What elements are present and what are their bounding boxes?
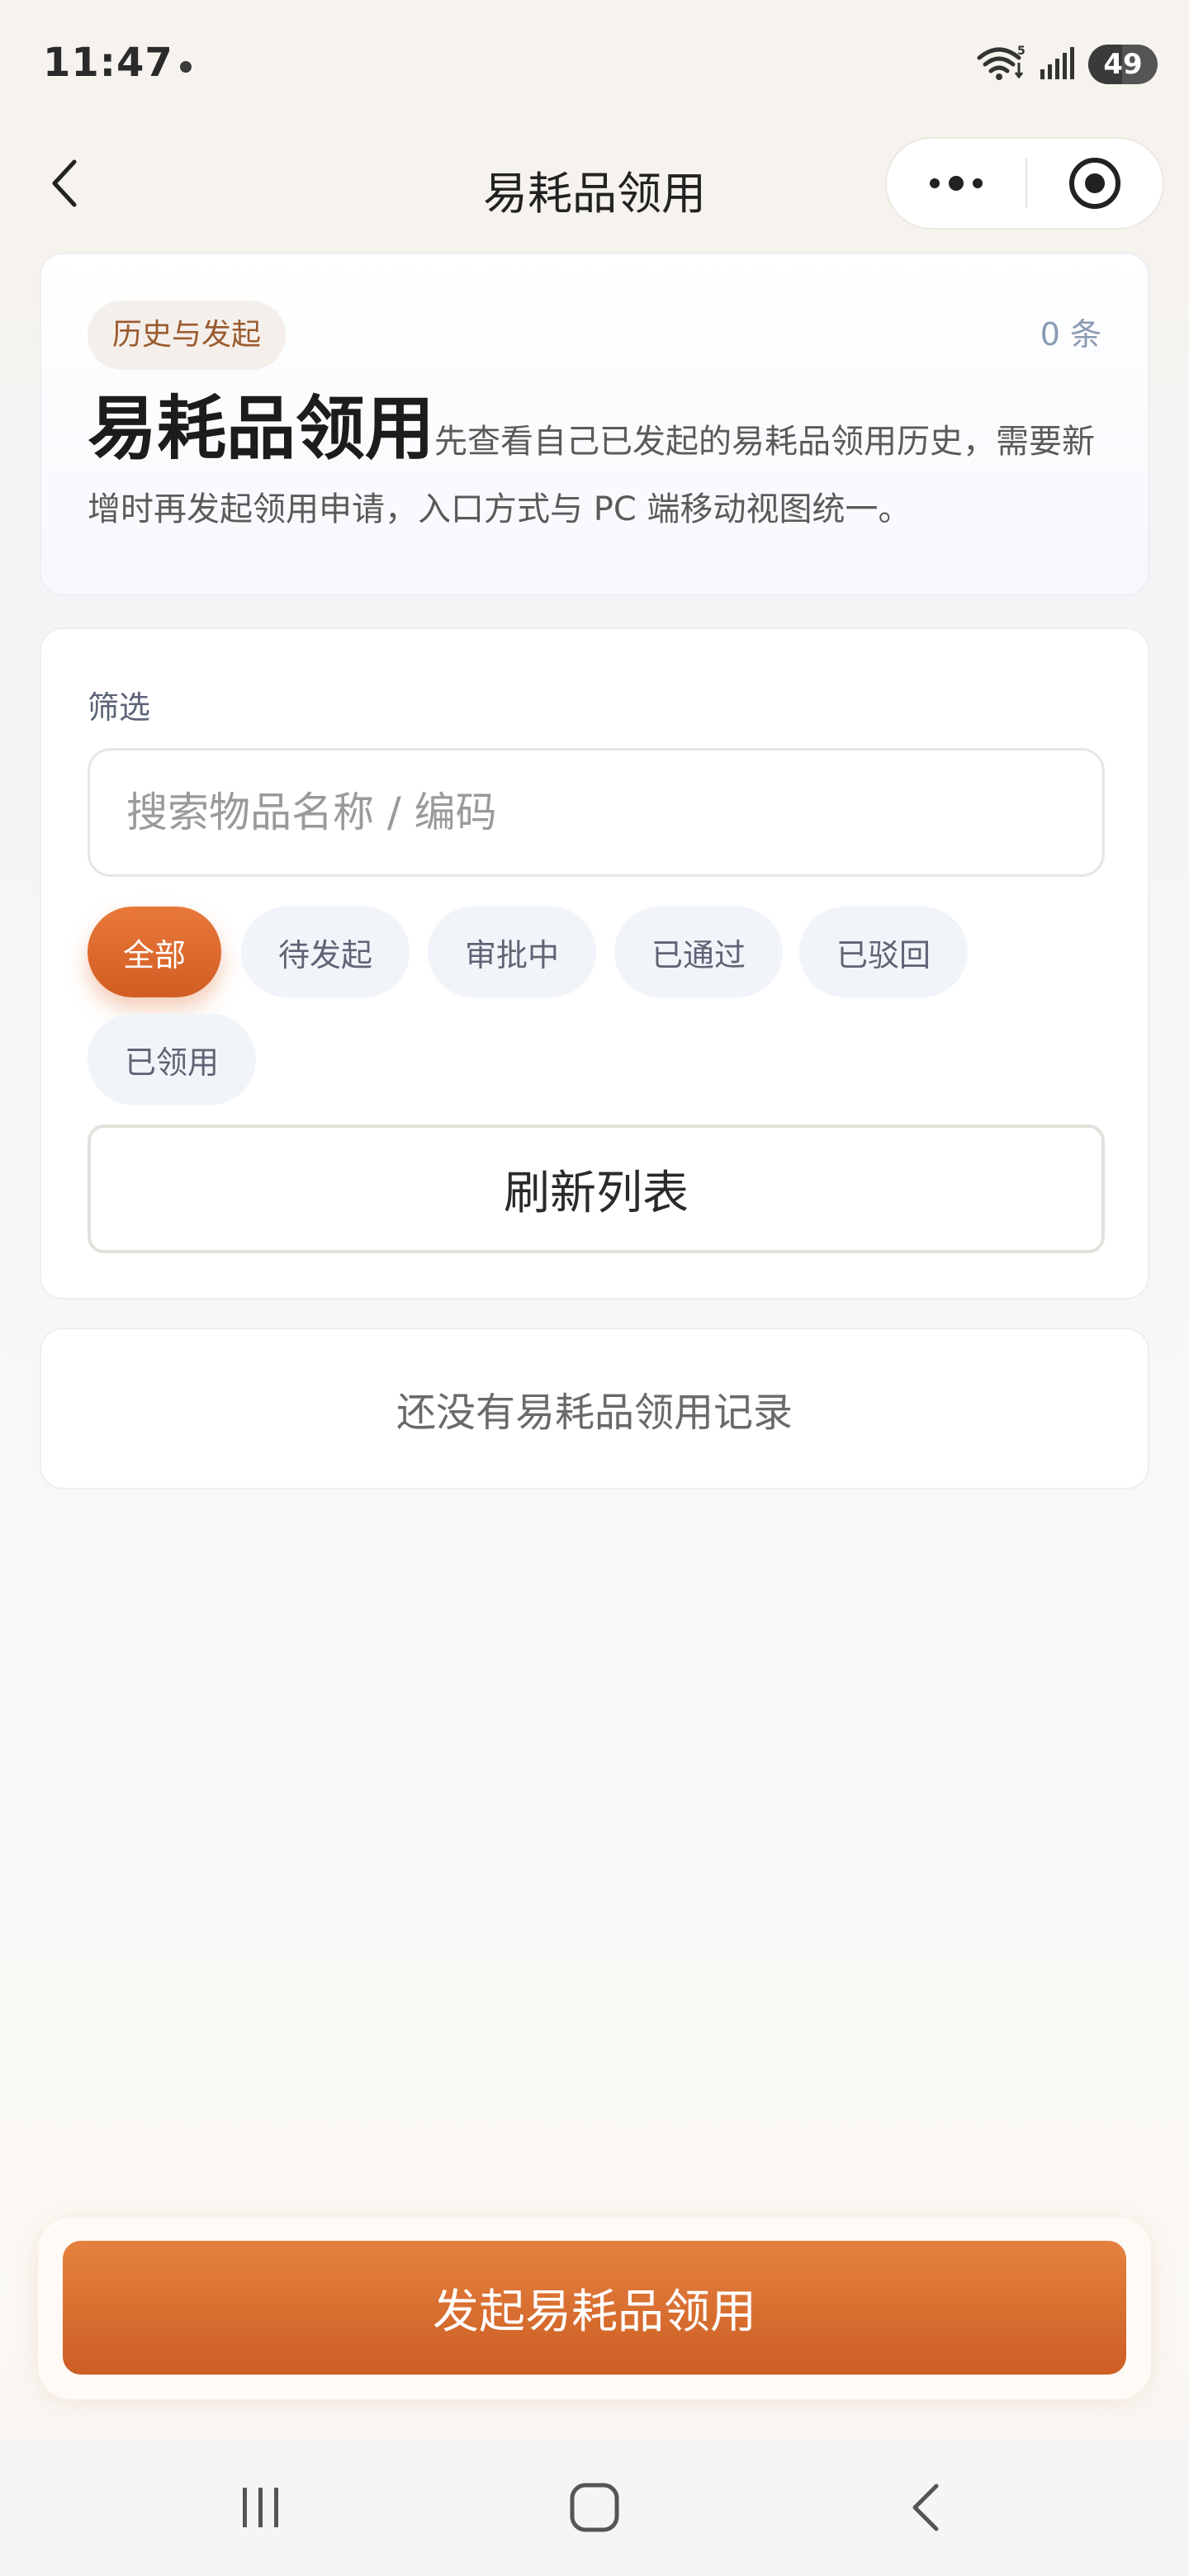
home-icon <box>570 2483 619 2532</box>
mini-program-capsule <box>885 137 1164 230</box>
recents-icon <box>243 2488 278 2527</box>
refresh-list-button[interactable]: 刷新列表 <box>88 1125 1105 1253</box>
signal-icon <box>1039 45 1077 84</box>
notification-dot <box>180 61 192 73</box>
header-text: 易耗品领用先查看自己已发起的易耗品领用历史，需要新增时再发起领用申请，入口方式与… <box>88 394 1111 543</box>
section-tag: 历史与发起 <box>88 301 287 370</box>
status-time: 11:47 <box>43 40 173 86</box>
filter-chip-approved[interactable]: 已通过 <box>614 907 783 997</box>
close-button[interactable] <box>1027 139 1163 228</box>
status-bar: 11:47 5 49 <box>0 0 1189 132</box>
filter-chip-all[interactable]: 全部 <box>88 907 221 997</box>
filter-chip-rejected[interactable]: 已驳回 <box>799 907 968 997</box>
svg-text:5: 5 <box>1017 45 1026 58</box>
battery-icon: 49 <box>1088 45 1158 84</box>
empty-state-text: 还没有易耗品领用记录 <box>396 1390 793 1436</box>
back-button[interactable] <box>40 152 89 215</box>
filter-card: 筛选 全部 待发起 审批中 已通过 已驳回 已领用 刷新列表 <box>40 627 1149 1300</box>
system-navigation-bar <box>0 2437 1189 2576</box>
filter-label: 筛选 <box>88 689 151 726</box>
home-button[interactable] <box>545 2470 644 2545</box>
search-input[interactable] <box>88 748 1105 877</box>
system-back-icon <box>912 2484 939 2531</box>
more-icon <box>930 176 983 191</box>
status-icons: 5 49 <box>976 43 1158 86</box>
filter-chip-reviewing[interactable]: 审批中 <box>428 907 596 997</box>
header-title: 易耗品领用 <box>88 388 435 469</box>
filter-chip-received[interactable]: 已领用 <box>88 1014 256 1105</box>
filter-chip-pending[interactable]: 待发起 <box>241 907 410 997</box>
close-target-icon <box>1069 158 1120 209</box>
back-icon <box>52 159 77 207</box>
recents-button[interactable] <box>211 2470 310 2545</box>
system-back-button[interactable] <box>875 2470 974 2545</box>
record-count: 0 条 <box>1040 316 1101 353</box>
bottom-action-panel: 发起易耗品领用 <box>38 2218 1151 2399</box>
page-title: 易耗品领用 <box>483 168 706 220</box>
start-request-button[interactable]: 发起易耗品领用 <box>63 2241 1126 2375</box>
empty-state: 还没有易耗品领用记录 <box>40 1328 1149 1489</box>
header-card: 历史与发起 0 条 易耗品领用先查看自己已发起的易耗品领用历史，需要新增时再发起… <box>40 253 1149 596</box>
battery-level: 49 <box>1103 48 1143 81</box>
more-button[interactable] <box>887 139 1026 228</box>
wifi-icon: 5 <box>976 43 1027 86</box>
